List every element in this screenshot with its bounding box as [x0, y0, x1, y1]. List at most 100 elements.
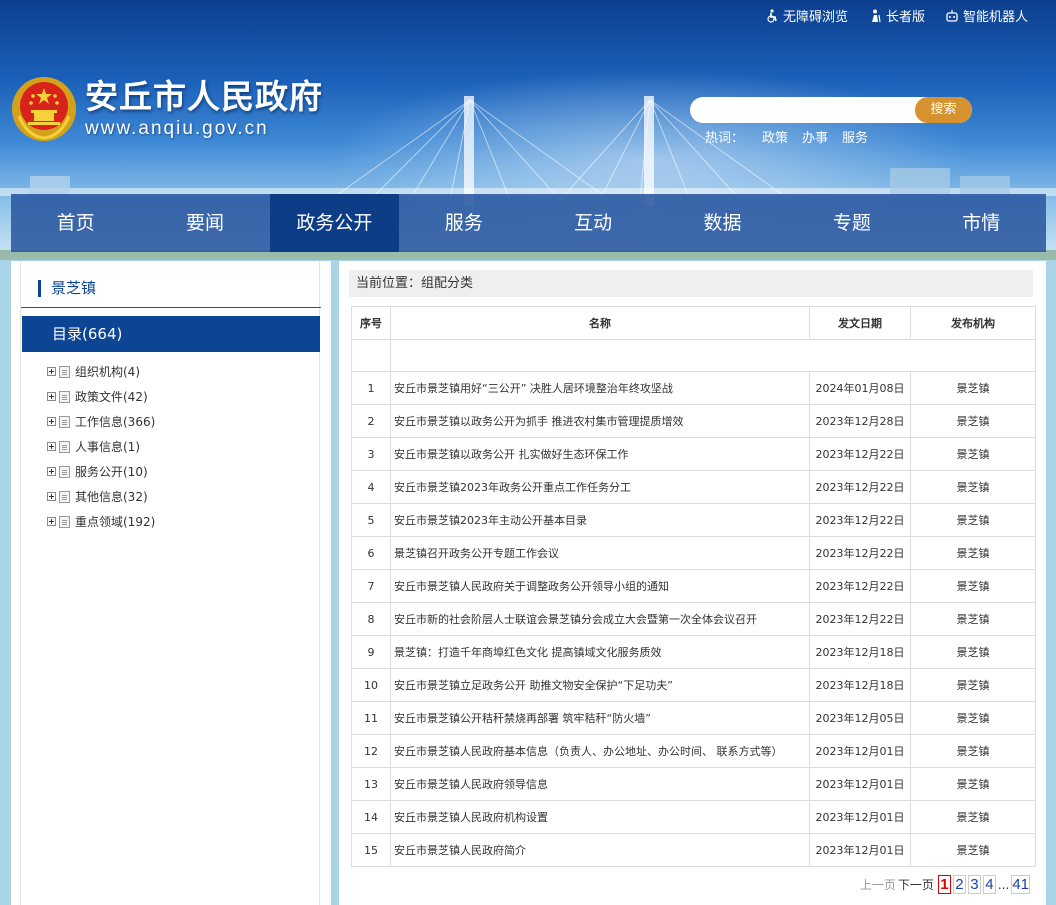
row-title-link[interactable]: 安丘市景芝镇用好“三公开” 决胜人居环境整治年终攻坚战 [390, 371, 810, 405]
tree-item-policy[interactable]: 政策文件(42) [47, 384, 155, 409]
expand-icon[interactable] [47, 442, 56, 451]
row-title-link[interactable]: 安丘市景芝镇2023年主动公开基本目录 [390, 503, 810, 537]
table-row[interactable]: 14 安丘市景芝镇人民政府机构设置 2023年12月01日 景芝镇 [351, 800, 1036, 834]
page-3[interactable]: 3 [967, 875, 981, 894]
row-title-link[interactable]: 安丘市景芝镇人民政府基本信息（负责人、办公地址、办公时间、 联系方式等） [390, 734, 810, 768]
table-row[interactable]: 2 安丘市景芝镇以政务公开为抓手 推进农村集市管理提质增效 2023年12月28日景… [351, 404, 1036, 438]
tree-item-label: 重点领域(192) [75, 515, 156, 529]
row-title-link[interactable]: 安丘市景芝镇立足政务公开 助推文物安全保护“下足功夫” [390, 668, 810, 702]
row-date: 2023年12月22日 [809, 503, 911, 537]
table-row[interactable]: 11 安丘市景芝镇公开秸秆禁烧再部署 筑牢秸秆“防火墙” 2023年12月05日 景芝… [351, 701, 1036, 735]
row-org: 景芝镇 [910, 503, 1036, 537]
table-row[interactable]: 5 安丘市景芝镇2023年主动公开基本目录 2023年12月22日 景芝镇 [351, 503, 1036, 537]
tree-item-service-public[interactable]: 服务公开(10) [47, 459, 155, 484]
row-date: 2023年12月22日 [809, 437, 911, 471]
row-title-link[interactable]: 安丘市景芝镇公开秸秆禁烧再部署 筑牢秸秆“防火墙” [390, 701, 810, 735]
nav-home[interactable]: 首页 [11, 194, 140, 252]
nav-city-info[interactable]: 市情 [917, 194, 1046, 252]
row-number: 8 [351, 602, 391, 636]
table-spacer [351, 339, 1036, 372]
main-nav: 首页 要闻 政务公开 服务 互动 数据 专题 市情 [11, 194, 1046, 252]
nav-news[interactable]: 要闻 [140, 194, 269, 252]
topbar: 无障碍浏览 长者版 智能机器人 [765, 6, 1028, 25]
expand-icon[interactable] [47, 417, 56, 426]
expand-icon[interactable] [47, 367, 56, 376]
table-row[interactable]: 6 景芝镇召开政务公开专题工作会议 2023年12月22日 景芝镇 [351, 536, 1036, 570]
next-page[interactable]: 下一页 [898, 876, 934, 893]
table-row[interactable]: 4 安丘市景芝镇2023年政务公开重点工作任务分工 2023年12月22日 景芝镇 [351, 470, 1036, 504]
row-number: 6 [351, 536, 391, 570]
tree-item-organization[interactable]: 组织机构(4) [47, 359, 155, 384]
page-4[interactable]: 4 [982, 875, 996, 894]
table-row[interactable]: 15 安丘市景芝镇人民政府简介 2023年12月01日 景芝镇 [351, 833, 1036, 867]
nav-topics[interactable]: 专题 [787, 194, 916, 252]
tree-item-label: 工作信息(366) [75, 415, 156, 429]
site-url: www.anqiu.gov.cn [85, 118, 269, 139]
row-title-link[interactable]: 安丘市景芝镇人民政府机构设置 [390, 800, 810, 834]
table-row[interactable]: 3 安丘市景芝镇以政务公开 扎实做好生态环保工作 2023年12月22日 景芝镇 [351, 437, 1036, 471]
expand-icon[interactable] [47, 392, 56, 401]
page-2[interactable]: 2 [952, 875, 966, 894]
table-row[interactable]: 13 安丘市景芝镇人民政府领导信息 2023年12月01日 景芝镇 [351, 767, 1036, 801]
hot-word-service[interactable]: 服务 [842, 127, 868, 146]
table-row[interactable]: 9 景芝镇：打造千年商埠红色文化 提高镇域文化服务质效 2023年12月18日 景芝镇 [351, 635, 1036, 669]
row-org: 景芝镇 [910, 635, 1036, 669]
row-date: 2023年12月01日 [809, 833, 911, 867]
row-number: 7 [351, 569, 391, 603]
table-row[interactable]: 7 安丘市景芝镇人民政府关于调整政务公开领导小组的通知 2023年12月22日 景芝镇 [351, 569, 1036, 603]
document-icon [59, 365, 70, 378]
row-title-link[interactable]: 安丘市景芝镇人民政府领导信息 [390, 767, 810, 801]
spacer-cell [910, 339, 1036, 372]
hot-word-policy[interactable]: 政策 [762, 127, 788, 146]
search-input[interactable] [702, 100, 912, 120]
sidebar: 景芝镇 目录(664) 组织机构(4) 政策文件(42) 工作信息(366) 人… [11, 261, 331, 905]
row-number: 15 [351, 833, 391, 867]
row-date: 2023年12月01日 [809, 734, 911, 768]
row-org: 景芝镇 [910, 734, 1036, 768]
row-title-link[interactable]: 安丘市新的社会阶层人士联谊会景芝镇分会成立大会暨第一次全体会议召开 [390, 602, 810, 636]
row-title-link[interactable]: 安丘市景芝镇以政务公开为抓手 推进农村集市管理提质增效 [390, 404, 810, 438]
table-row[interactable]: 12 安丘市景芝镇人民政府基本信息（负责人、办公地址、办公时间、 联系方式等） 20… [351, 734, 1036, 768]
row-title-link[interactable]: 安丘市景芝镇2023年政务公开重点工作任务分工 [390, 470, 810, 504]
tree-item-label: 其他信息(32) [75, 490, 148, 504]
table-row[interactable]: 1 安丘市景芝镇用好“三公开” 决胜人居环境整治年终攻坚战 2024年01月08日景… [351, 371, 1036, 405]
row-title-link[interactable]: 安丘市景芝镇人民政府关于调整政务公开领导小组的通知 [390, 569, 810, 603]
tree-item-work-info[interactable]: 工作信息(366) [47, 409, 155, 434]
row-number: 4 [351, 470, 391, 504]
hot-word-affairs[interactable]: 办事 [802, 127, 828, 146]
search-button[interactable]: 搜索 [915, 97, 972, 123]
tree-item-personnel[interactable]: 人事信息(1) [47, 434, 155, 459]
row-title-link[interactable]: 景芝镇召开政务公开专题工作会议 [390, 536, 810, 570]
row-title-link[interactable]: 安丘市景芝镇人民政府简介 [390, 833, 810, 867]
robot-link[interactable]: 智能机器人 [945, 6, 1028, 25]
row-title-link[interactable]: 景芝镇：打造千年商埠红色文化 提高镇域文化服务质效 [390, 635, 810, 669]
row-org: 景芝镇 [910, 833, 1036, 867]
page-last[interactable]: 41 [1011, 875, 1030, 894]
header-name: 名称 [390, 306, 810, 340]
tree-item-label: 服务公开(10) [75, 465, 148, 479]
tree-item-key-areas[interactable]: 重点领域(192) [47, 509, 155, 534]
expand-icon[interactable] [47, 492, 56, 501]
row-number: 3 [351, 437, 391, 471]
elder-mode-link[interactable]: 长者版 [868, 6, 925, 25]
document-table: 序号 名称 发文日期 发布机构 1 安丘市景芝镇用好“三公开” 决胜人居环境整治年… [351, 306, 1036, 867]
tree-item-other[interactable]: 其他信息(32) [47, 484, 155, 509]
table-row[interactable]: 10 安丘市景芝镇立足政务公开 助推文物安全保护“下足功夫” 2023年12月18日… [351, 668, 1036, 702]
expand-icon[interactable] [47, 467, 56, 476]
catalog-header[interactable]: 目录(664) [22, 316, 320, 352]
accessible-link[interactable]: 无障碍浏览 [765, 6, 848, 25]
nav-data[interactable]: 数据 [658, 194, 787, 252]
nav-gov-affairs[interactable]: 政务公开 [269, 194, 400, 252]
tree-item-label: 人事信息(1) [75, 440, 140, 454]
page-1[interactable]: 1 [937, 875, 951, 894]
nav-services[interactable]: 服务 [399, 194, 528, 252]
table-row[interactable]: 8 安丘市新的社会阶层人士联谊会景芝镇分会成立大会暨第一次全体会议召开 2023年1… [351, 602, 1036, 636]
expand-icon[interactable] [47, 517, 56, 526]
document-icon [59, 390, 70, 403]
table-header-row: 序号 名称 发文日期 发布机构 [351, 306, 1036, 340]
row-date: 2023年12月22日 [809, 602, 911, 636]
robot-icon [946, 9, 958, 22]
site-logo[interactable]: 安丘市人民政府 www.anqiu.gov.cn [11, 76, 323, 142]
nav-interaction[interactable]: 互动 [529, 194, 658, 252]
row-title-link[interactable]: 安丘市景芝镇以政务公开 扎实做好生态环保工作 [390, 437, 810, 471]
